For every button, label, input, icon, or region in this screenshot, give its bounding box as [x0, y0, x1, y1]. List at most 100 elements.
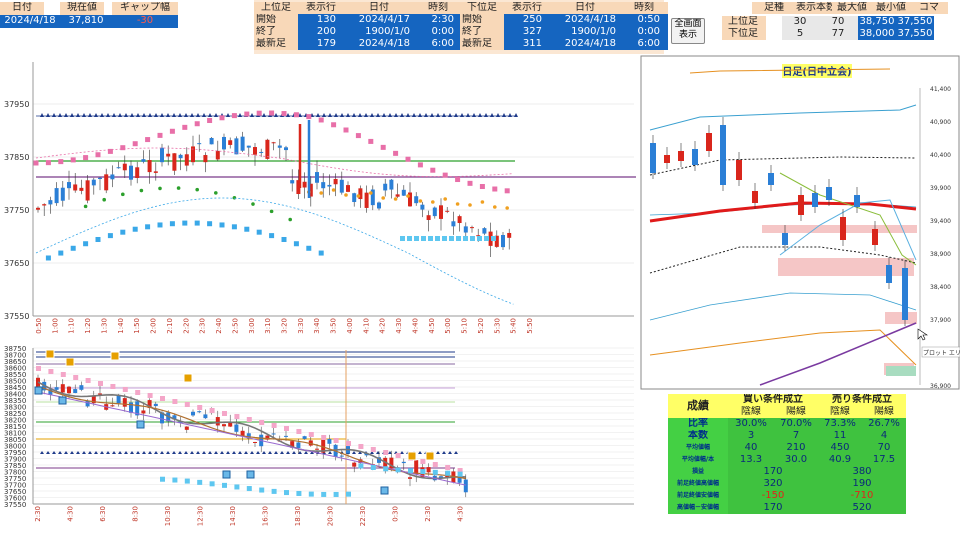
stats-cell: 70.0% [774, 418, 818, 430]
full-screen-button[interactable]: 全画面 表示 [671, 18, 705, 44]
daily-chart[interactable]: 日足(日中立会) 41,400 40,900 40,400 39,900 39,400 38… [640, 55, 960, 390]
candle-body [339, 179, 344, 193]
stats-cell: 210 [774, 442, 818, 454]
blue-band-marker [442, 236, 447, 241]
blue-band-marker [414, 236, 419, 241]
lower-timeframe-chart[interactable]: 37950 37850 37750 37650 37550 0:50 1:00 1:10 1:2… [0, 58, 636, 340]
candle-body [327, 184, 332, 187]
chart2-x-tick: 2:30 [424, 506, 432, 522]
blue-band-marker [370, 464, 376, 470]
candle-body [60, 384, 65, 393]
lower-header: 時刻 [620, 2, 668, 14]
upper-row-time: 6:00 [414, 38, 462, 50]
chart1-x-tick: 0:50 [35, 318, 43, 334]
daily-y-tick: 40,900 [930, 119, 951, 126]
candle-body [98, 177, 102, 180]
green-dot [121, 192, 125, 197]
chart1-y-tick: 37550 [4, 312, 29, 321]
upper-row-count: 200 [298, 26, 344, 38]
upper-header: 時刻 [414, 2, 462, 14]
candle-body [122, 398, 127, 407]
daily-candle-body [692, 149, 698, 165]
chart2-x-tick: 22:30 [359, 506, 367, 526]
daily-y-tick: 39,400 [930, 218, 951, 225]
upper-header: 上位足 [254, 2, 298, 14]
signal-marker [222, 470, 231, 479]
candle-body [501, 234, 505, 248]
candle-body [209, 137, 214, 145]
pink-band-marker [479, 184, 485, 190]
green-dot [214, 191, 218, 195]
pink-band-marker [445, 465, 451, 470]
pink-band-marker [160, 396, 165, 401]
upper-row-time: 2:30 [414, 14, 462, 26]
blue-band-marker [132, 226, 138, 232]
signal-marker [65, 357, 75, 367]
orange-dot [505, 206, 510, 210]
daily-candle-body [826, 187, 832, 200]
pink-band-marker [83, 155, 89, 161]
pink-band-marker [98, 381, 103, 386]
blue-band-marker [470, 236, 475, 241]
pink-band-marker [70, 157, 76, 163]
chart1-x-tick: 2:20 [182, 318, 190, 334]
blue-band-marker [271, 488, 277, 494]
signal-marker [425, 451, 435, 461]
candle-body [222, 136, 226, 150]
candle-body [352, 462, 357, 467]
blue-band-marker [435, 236, 440, 241]
upper-timeframe-chart[interactable]: 3875038700386503860038550385003845038400… [0, 344, 636, 536]
stats-cell: 30.0 [774, 454, 818, 466]
candle-body [203, 155, 208, 163]
daily-candle-body [736, 160, 742, 180]
pink-band-marker [269, 110, 275, 116]
stats-subheader: 陰線 [818, 406, 862, 418]
pink-band-marker [281, 111, 287, 117]
pink-band-marker [271, 423, 277, 428]
stats-title: 成績 [668, 394, 728, 418]
pink-band-marker [383, 450, 389, 455]
blue-band-marker [445, 470, 451, 476]
green-dot [288, 217, 293, 222]
daily-candle-body [812, 193, 818, 207]
candle-body [414, 460, 419, 475]
candle-body [60, 187, 65, 201]
blue-band-marker [222, 482, 227, 488]
signal-marker [110, 351, 120, 361]
daily-candle-body [840, 217, 846, 240]
upper-row-time: 0:00 [414, 26, 462, 38]
candle-body [457, 216, 462, 224]
candle-body [271, 433, 276, 435]
chart2-x-tick: 14:30 [229, 506, 237, 526]
orange-dot [344, 193, 348, 197]
chart1-x-tick: 4:10 [362, 318, 370, 334]
pink-band-marker [33, 160, 39, 166]
stats-subheader: 陽線 [774, 406, 818, 418]
plot-area-tooltip: プロット エリア [923, 350, 960, 357]
chart1-x-tick: 3:50 [330, 318, 338, 334]
candle-body [383, 183, 388, 191]
chart1-x-tick: 4:00 [346, 318, 354, 334]
pink-band-marker [244, 111, 250, 117]
chart1-x-tick: 1:50 [133, 318, 141, 334]
candle-body [203, 414, 208, 419]
chart1-x-tick: 4:30 [395, 318, 403, 334]
daily-candle-body [902, 268, 908, 320]
candle-body [377, 202, 381, 209]
stats-cell: 73.3% [818, 418, 862, 430]
blue-band-marker [491, 236, 496, 241]
daily-candle-body [768, 173, 774, 185]
stats-cell: 11 [818, 430, 862, 442]
orange-dot [393, 197, 398, 201]
daily-candle-body [798, 195, 804, 215]
chart2-x-tick: 8:30 [132, 506, 140, 522]
pink-band-marker [306, 114, 312, 120]
lower-header: 日付 [550, 2, 620, 14]
lower-row-count: 250 [504, 14, 550, 26]
upper-row-date: 2024/4/18 [344, 38, 414, 50]
gap-value: -30 [112, 15, 178, 28]
pink-band-marker [182, 124, 188, 130]
pink-band-marker [420, 459, 426, 464]
daily-candle-body [720, 125, 726, 185]
chart2-x-tick: 6:30 [99, 506, 107, 522]
